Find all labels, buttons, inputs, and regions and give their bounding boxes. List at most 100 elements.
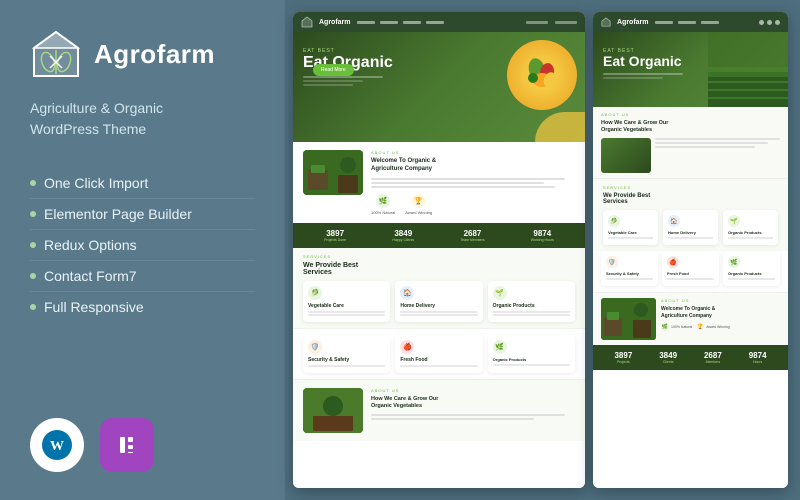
stat-lbl: Hours bbox=[749, 360, 767, 364]
service-organic-products: 🌱 Organic Products bbox=[488, 281, 575, 322]
service-icon: 🌿 bbox=[728, 256, 740, 268]
desc-line bbox=[371, 182, 544, 184]
service-desc bbox=[493, 314, 570, 316]
desc-line bbox=[655, 142, 768, 144]
desc-line bbox=[371, 178, 565, 180]
services-section-p2: Services We Provide BestServices 🥬 Veget… bbox=[593, 179, 788, 251]
stat-lbl: Team Members bbox=[460, 238, 484, 242]
service-desc bbox=[667, 278, 714, 280]
features-list: One Click Import Elementor Page Builder … bbox=[30, 168, 255, 322]
feature-dot bbox=[30, 273, 36, 279]
desc-line bbox=[371, 418, 534, 420]
nav-link bbox=[655, 21, 673, 24]
service-icon: 🛡️ bbox=[308, 340, 322, 354]
about-mini-section: About Us How We Care & Grow OurOrganic V… bbox=[593, 107, 788, 179]
preview-navbar-1: Agrofarm bbox=[293, 12, 585, 32]
nav-dot bbox=[767, 20, 772, 25]
about-label: About Us bbox=[371, 150, 575, 155]
nav-link bbox=[403, 21, 421, 24]
nav-link bbox=[426, 21, 444, 24]
stat-lbl: Happy Clients bbox=[392, 238, 414, 242]
service-desc bbox=[493, 311, 570, 313]
award-icon: 🏆 bbox=[412, 194, 426, 208]
preview-card-2: Agrofarm Eat Best Eat Organic bbox=[593, 12, 788, 488]
services-label-2: Services bbox=[603, 185, 778, 190]
services-section-1: Services We Provide BestServices 🥬 Veget… bbox=[293, 248, 585, 328]
service-title: Fresh Food bbox=[400, 357, 477, 363]
service-title: Organic Products bbox=[728, 271, 775, 276]
stats-row-1: 3897 Projects Done 3849 Happy Clients 26… bbox=[293, 223, 585, 248]
stats-row-2: 3897 Projects 3849 Clients 2687 Members … bbox=[593, 345, 788, 370]
hero-desc-line bbox=[303, 76, 383, 78]
services-title-2: We Provide BestServices bbox=[603, 193, 778, 205]
stat-p2-3: 2687 Members bbox=[704, 351, 722, 364]
stat-lbl: Members bbox=[704, 360, 722, 364]
stat-lbl: Working Hours bbox=[531, 238, 554, 242]
desc-line bbox=[371, 186, 555, 188]
service-desc bbox=[668, 237, 713, 239]
welcome-section-p2: About Us Welcome To Organic &Agriculture… bbox=[593, 292, 788, 345]
service-icon: 🌱 bbox=[728, 215, 740, 227]
previews-area: Agrofarm Eat Best Eat Organic Read More bbox=[285, 0, 800, 500]
service-organic-2: 🌿 Organic Products bbox=[488, 335, 575, 373]
stat-p2-4: 9874 Hours bbox=[749, 351, 767, 364]
stat-team: 2687 Team Members bbox=[460, 229, 484, 242]
hero-big-2: Eat Organic bbox=[603, 54, 683, 69]
desc-line bbox=[371, 414, 565, 416]
natural-badge: 🌿 100% Natural bbox=[661, 323, 692, 331]
feature-responsive: Full Responsive bbox=[30, 292, 255, 322]
service-p2-organic-2: 🌿 Organic Products bbox=[723, 251, 780, 286]
care-desc-lines bbox=[371, 414, 575, 420]
stat-num: 3897 bbox=[324, 229, 346, 238]
service-p2-veg: 🥬 Vegetable Care bbox=[603, 210, 658, 245]
services-grid-1: 🥬 Vegetable Care 🏠 Home Delivery 🌱 Organ… bbox=[303, 281, 575, 322]
award-icon-small: 🏆 bbox=[696, 323, 704, 331]
stat-p2-2: 3849 Clients bbox=[659, 351, 677, 364]
service-icon: 🛡️ bbox=[606, 256, 618, 268]
about-mini-image bbox=[601, 138, 651, 173]
stat-p2-1: 3897 Projects bbox=[614, 351, 632, 364]
svg-text:W: W bbox=[50, 439, 64, 454]
services-section-2: 🛡️ Security & Safety 🍎 Fresh Food 🌿 Orga… bbox=[293, 328, 585, 379]
stat-lbl: Projects Done bbox=[324, 238, 346, 242]
brand-name: Agrofarm bbox=[94, 39, 215, 70]
natural-icon-small: 🌿 bbox=[661, 323, 669, 331]
wordpress-badge: W bbox=[30, 418, 84, 472]
hero-veggie-image bbox=[507, 40, 577, 110]
service-desc bbox=[493, 364, 570, 366]
service-desc bbox=[728, 237, 773, 239]
natural-icon: 🌿 bbox=[376, 194, 390, 208]
service-title: Organic Products bbox=[493, 303, 570, 309]
award-badge: 🏆 Award Winning bbox=[696, 323, 729, 331]
preview-nav-logo-1: Agrofarm bbox=[319, 19, 351, 26]
feature-dot bbox=[30, 180, 36, 186]
services-row-2-p2: 🛡️ Security & Safety 🍎 Fresh Food 🌿 Orga… bbox=[593, 251, 788, 292]
stat-projects: 3897 Projects Done bbox=[324, 229, 346, 242]
nav-dot bbox=[775, 20, 780, 25]
care-content: About Us How We Care & Grow OurOrganic V… bbox=[371, 388, 575, 433]
service-title: Organic Products bbox=[493, 357, 570, 362]
service-icon: 🍎 bbox=[400, 340, 414, 354]
service-p2-sec: 🛡️ Security & Safety bbox=[601, 251, 658, 286]
icon-feature-natural: 🌿 100% Natural bbox=[371, 194, 395, 215]
feature-dot bbox=[30, 211, 36, 217]
feature-dot bbox=[30, 304, 36, 310]
hero-accent-shape bbox=[535, 112, 585, 142]
stat-num: 3849 bbox=[392, 229, 414, 238]
hero-desc-line-3 bbox=[303, 84, 353, 86]
about-mini-title: How We Care & Grow OurOrganic Vegetables bbox=[601, 120, 780, 134]
service-icon: 🥬 bbox=[608, 215, 620, 227]
care-image bbox=[303, 388, 363, 433]
logo-area: Agrofarm bbox=[30, 28, 255, 80]
service-icon: 🌱 bbox=[493, 286, 507, 300]
services-label: Services bbox=[303, 254, 575, 259]
service-title: Home Delivery bbox=[400, 303, 477, 309]
left-panel: Agrofarm Agriculture & Organic WordPress… bbox=[0, 0, 285, 500]
care-title: How We Care & Grow OurOrganic Vegetables bbox=[371, 396, 575, 410]
welcome-badges: 🌿 100% Natural 🏆 Award Winning bbox=[661, 323, 780, 331]
nav-link bbox=[678, 21, 696, 24]
welcome-title: Welcome To Organic &Agriculture Company bbox=[661, 306, 780, 319]
service-security: 🛡️ Security & Safety bbox=[303, 335, 390, 373]
feature-dot bbox=[30, 242, 36, 248]
hero-desc-2 bbox=[603, 73, 683, 75]
